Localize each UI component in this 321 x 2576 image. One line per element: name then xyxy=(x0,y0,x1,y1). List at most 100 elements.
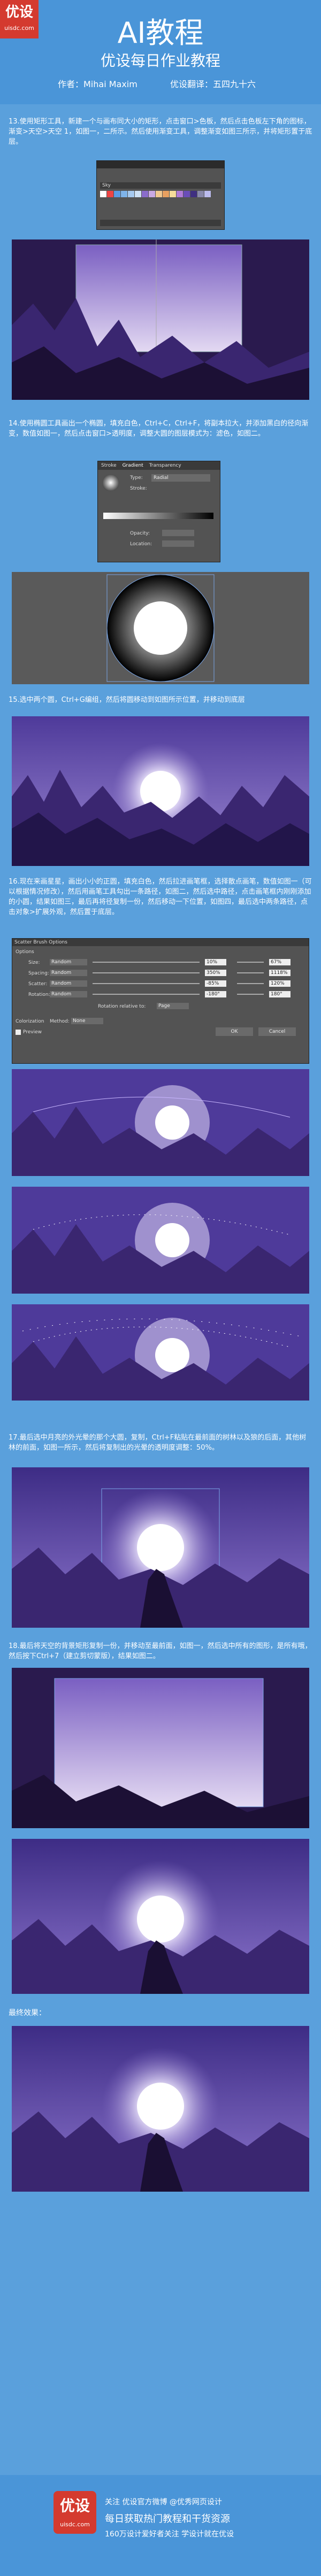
step-15-artboard xyxy=(12,716,309,866)
star-field-scene xyxy=(12,1304,309,1401)
translator-credit: 优设翻译：五四九十六 xyxy=(170,79,256,89)
ok-button[interactable]: OK xyxy=(216,1027,253,1036)
step-17-text: 17.最后选中月亮的外光晕的那个大圆，复制，Ctrl+F粘贴在最前面的树林以及狼… xyxy=(9,1434,307,1452)
step-13-artboard xyxy=(12,239,309,400)
footer-tagline: 每日获取热门教程和干货资源 xyxy=(105,2513,230,2525)
swatch[interactable] xyxy=(163,191,169,197)
step-15-text: 15.选中两个圆，Ctrl+G编组，然后将圆移动到如图所示位置，并移动到底层 xyxy=(9,696,245,704)
footer-fans-line: 160万设计爱好者关注 学设计就在优设 xyxy=(105,2530,234,2539)
panel-bottom-bar xyxy=(100,220,221,226)
radial-circles-scene xyxy=(106,574,215,682)
opacity-field[interactable] xyxy=(162,530,194,536)
scatter-max-field[interactable]: 120% xyxy=(269,980,291,987)
step-18-fig-2 xyxy=(12,1839,309,1994)
tab-gradient[interactable]: Gradient xyxy=(123,463,143,468)
scatter-slider[interactable] xyxy=(93,983,200,984)
swatch-row xyxy=(100,191,211,197)
size-min-field[interactable]: 10% xyxy=(205,959,226,965)
dialog-title: Scatter Brush Options xyxy=(12,939,309,946)
swatch[interactable] xyxy=(190,191,197,197)
spacing-slider-2[interactable] xyxy=(237,972,264,973)
step-18-fig-1 xyxy=(12,1668,309,1828)
spacing-mode-select[interactable]: Random xyxy=(50,970,87,976)
options-label: Options xyxy=(16,949,34,955)
footer-logo-domain: uisdc.com xyxy=(60,2521,90,2528)
swatch[interactable] xyxy=(100,191,106,197)
panel-title-bar[interactable] xyxy=(97,161,224,168)
size-label: Size: xyxy=(28,960,40,965)
gradient-slider[interactable] xyxy=(103,513,213,519)
scatter-slider-2[interactable] xyxy=(237,983,264,984)
cancel-button[interactable]: Cancel xyxy=(258,1027,296,1036)
opacity-label: Opacity: xyxy=(130,531,150,536)
swatch[interactable] xyxy=(184,191,190,197)
gradient-preview[interactable] xyxy=(102,474,119,491)
swatch[interactable] xyxy=(128,191,134,197)
step-16-fig-3 xyxy=(12,1304,309,1401)
rotation-label: Rotation: xyxy=(28,992,50,997)
author-credit: 作者：Mihai Maxim xyxy=(58,79,137,89)
panel-tabs: Stroke Gradient Transparency xyxy=(98,461,220,470)
step-13-text: 13.使用矩形工具，新建一个与画布同大小的矩形，点击窗口>色板，然后点击色板左下… xyxy=(9,118,312,146)
swatch[interactable] xyxy=(121,191,127,197)
footer-logo-text: 优设 xyxy=(59,2497,90,2515)
swatch[interactable] xyxy=(135,191,141,197)
tab-transparency[interactable]: Transparency xyxy=(149,463,181,468)
swatch[interactable] xyxy=(149,191,155,197)
size-max-field[interactable]: 67% xyxy=(269,959,291,965)
scatter-mode-select[interactable]: Random xyxy=(50,980,87,987)
swatch[interactable] xyxy=(204,191,211,197)
swatch[interactable] xyxy=(197,191,204,197)
swatch[interactable] xyxy=(114,191,120,197)
final-result-image xyxy=(12,2026,309,2192)
size-slider[interactable] xyxy=(93,962,200,963)
size-mode-select[interactable]: Random xyxy=(50,959,87,965)
colorization-label: Colorization xyxy=(16,1019,44,1024)
rotation-max-field[interactable]: 180° xyxy=(269,991,291,997)
rotation-relative-label: Rotation relative to: xyxy=(98,1004,146,1009)
spacing-max-field[interactable]: 1118% xyxy=(269,970,291,976)
swatches-title: Sky xyxy=(100,182,221,189)
rotation-min-field[interactable]: -180° xyxy=(205,991,226,997)
step-18-text: 18.最后将天空的背景矩形复制一份，并移动至最前面，如图一，然后选中所有的图形，… xyxy=(9,1642,312,1660)
step-14-text: 14.使用椭圆工具画出一个椭圆，填充白色，Ctrl+C，Ctrl+F，将副本拉大… xyxy=(9,420,309,438)
spacing-slider[interactable] xyxy=(93,972,200,973)
clip-rect-scene xyxy=(12,1668,309,1828)
clipped-result-scene xyxy=(12,1839,309,1994)
rotation-slider[interactable] xyxy=(93,994,200,995)
rotation-relative-select[interactable]: Page xyxy=(157,1003,189,1009)
step-16-text: 16.现在来画星星，画出小小的正圆，填充白色，然后拉进画笔框，选择散点画笔，数值… xyxy=(9,878,312,916)
rotation-slider-2[interactable] xyxy=(237,994,264,995)
sky-gradient-scene xyxy=(12,239,309,400)
location-field[interactable] xyxy=(162,540,194,547)
spacing-label: Spacing: xyxy=(28,971,49,976)
swatch[interactable] xyxy=(170,191,176,197)
scatter-min-field[interactable]: -85% xyxy=(205,980,226,987)
method-select[interactable]: None xyxy=(71,1018,103,1024)
page-subtitle: 优设每日作业教程 xyxy=(100,52,220,69)
preview-checkbox[interactable] xyxy=(16,1030,21,1035)
size-slider-2[interactable] xyxy=(237,962,264,963)
swatch[interactable] xyxy=(107,191,113,197)
footer-follow-line: 关注 优设官方微博 @优秀网页设计 xyxy=(105,2498,222,2507)
scatter-label: Scatter: xyxy=(28,981,48,987)
swatch[interactable] xyxy=(156,191,162,197)
step-16-fig-2 xyxy=(12,1187,309,1294)
star-path-scene-1 xyxy=(12,1069,309,1176)
gradient-type-select[interactable]: Radial xyxy=(151,474,210,482)
spacing-min-field[interactable]: 350% xyxy=(205,970,226,976)
star-path-scene-2 xyxy=(12,1187,309,1294)
tab-stroke[interactable]: Stroke xyxy=(101,463,117,468)
footer-logo[interactable]: 优设 uisdc.com xyxy=(54,2491,96,2534)
moon-forest-scene xyxy=(12,716,309,866)
step-17-artboard xyxy=(12,1467,309,1628)
rotation-mode-select[interactable]: Random xyxy=(50,991,87,997)
gradient-panel: Stroke Gradient Transparency Type: Radia… xyxy=(97,461,220,562)
final-label: 最终效果： xyxy=(9,2009,46,2017)
stroke-label: Stroke: xyxy=(130,486,147,491)
type-label: Type: xyxy=(130,475,143,481)
swatch[interactable] xyxy=(142,191,148,197)
page-header: 优设 uisdc.com AI教程 优设每日作业教程 作者：Mihai Maxi… xyxy=(0,0,321,104)
swatch[interactable] xyxy=(177,191,183,197)
page-title: AI教程 xyxy=(117,16,204,50)
